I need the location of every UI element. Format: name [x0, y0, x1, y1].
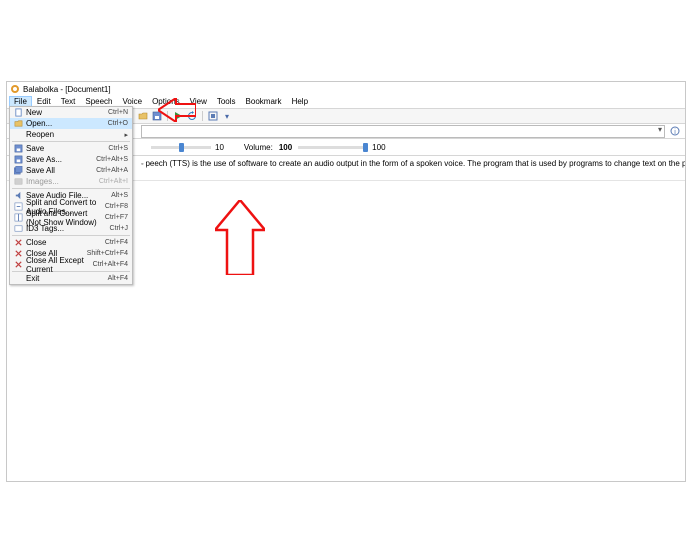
menu-item-shortcut: Ctrl+F8 — [105, 203, 128, 210]
file-menu-dropdown: NewCtrl+NOpen...Ctrl+OReopen▸SaveCtrl+SS… — [9, 106, 133, 285]
red-arrow-content — [215, 200, 265, 275]
img-icon — [13, 177, 23, 187]
file-menu-id3-tags[interactable]: ID3 Tags...Ctrl+J — [10, 223, 132, 234]
file-menu-exit[interactable]: ExitAlt+F4 — [10, 273, 132, 284]
menu-separator — [12, 188, 130, 189]
file-menu-split-and-convert-not-show-window[interactable]: Split and Convert (Not Show Window)Ctrl+… — [10, 212, 132, 223]
title-bar: Balabolka - [Document1] — [7, 82, 685, 96]
menu-item-label: Save As... — [26, 155, 93, 164]
menu-item-label: Save All — [26, 166, 93, 175]
window-title-doc: [Document1] — [65, 85, 110, 94]
file-menu-reopen[interactable]: Reopen▸ — [10, 129, 132, 140]
split-icon — [13, 213, 23, 223]
file-menu-save-as[interactable]: Save As...Ctrl+Alt+S — [10, 154, 132, 165]
menu-item-shortcut: Ctrl+F7 — [105, 214, 128, 221]
closeex-icon — [13, 260, 23, 270]
file-menu-close-all-except-current[interactable]: Close All Except CurrentCtrl+Alt+F4 — [10, 259, 132, 270]
menu-item-label: Save — [26, 144, 105, 153]
menu-help[interactable]: Help — [287, 96, 313, 108]
volume-slider-group: 100 — [298, 143, 385, 152]
menu-item-shortcut: Alt+S — [111, 192, 128, 199]
blank-icon — [13, 274, 23, 284]
tb-dropdown-icon[interactable]: ▾ — [221, 110, 233, 122]
rate-slider[interactable] — [151, 146, 211, 149]
menu-item-label: Open... — [26, 119, 105, 128]
saveas-icon — [13, 155, 23, 165]
id3-icon — [13, 224, 23, 234]
file-menu-save-all[interactable]: Save AllCtrl+Alt+A — [10, 165, 132, 176]
audio-icon — [13, 191, 23, 201]
menu-item-shortcut: Ctrl+J — [110, 225, 128, 232]
menu-item-shortcut: Alt+F4 — [108, 275, 128, 282]
volume-slider[interactable] — [298, 146, 368, 149]
window-title-app: Balabolka — [23, 85, 58, 94]
menu-item-label: Close — [26, 238, 102, 247]
submenu-arrow-icon: ▸ — [124, 131, 128, 139]
volume-label: Volume: — [244, 143, 273, 152]
volume-max: 100 — [372, 143, 385, 152]
combo-info-icon[interactable]: i — [669, 125, 681, 137]
menu-item-label: New — [26, 108, 105, 117]
menu-item-shortcut: Ctrl+S — [108, 145, 128, 152]
menu-item-shortcut: Ctrl+Alt+S — [96, 156, 128, 163]
menu-item-label: Images... — [26, 177, 96, 186]
tb-open-icon[interactable] — [137, 110, 149, 122]
open-icon — [13, 119, 23, 129]
menu-item-shortcut: Shift+Ctrl+F4 — [87, 250, 128, 257]
red-arrow-open — [158, 98, 196, 122]
menu-item-shortcut: Ctrl+F4 — [105, 239, 128, 246]
menu-item-shortcut: Ctrl+O — [108, 120, 128, 127]
menu-tools[interactable]: Tools — [212, 96, 241, 108]
new-icon — [13, 108, 23, 118]
menu-item-label: Close All Except Current — [26, 256, 90, 274]
app-icon — [10, 84, 20, 94]
file-menu-save[interactable]: SaveCtrl+S — [10, 143, 132, 154]
menu-item-label: Exit — [26, 274, 105, 283]
saveall-icon — [13, 166, 23, 176]
app-window: Balabolka - [Document1] File Edit Text S… — [6, 81, 686, 482]
menu-item-label: ID3 Tags... — [26, 224, 107, 233]
menu-item-label: Reopen — [26, 130, 121, 139]
menu-item-shortcut: Ctrl+N — [108, 109, 128, 116]
file-menu-new[interactable]: NewCtrl+N — [10, 107, 132, 118]
closeall-icon — [13, 249, 23, 259]
file-menu-open[interactable]: Open...Ctrl+O — [10, 118, 132, 129]
save-icon — [13, 144, 23, 154]
tb-settings-icon[interactable] — [207, 110, 219, 122]
file-menu-close[interactable]: CloseCtrl+F4 — [10, 237, 132, 248]
file-menu-images: Images...Ctrl+Alt+I — [10, 176, 132, 187]
menu-item-shortcut: Ctrl+Alt+F4 — [93, 261, 128, 268]
menu-item-shortcut: Ctrl+Alt+A — [96, 167, 128, 174]
menu-item-shortcut: Ctrl+Alt+I — [99, 178, 128, 185]
volume-value: 100 — [279, 143, 292, 152]
blank-icon — [13, 130, 23, 140]
menu-separator — [12, 235, 130, 236]
menu-bookmark[interactable]: Bookmark — [241, 96, 287, 108]
menu-separator — [12, 141, 130, 142]
voice-combo[interactable] — [141, 125, 665, 138]
tb-separator — [202, 111, 203, 121]
document-text: peech (TTS) is the use of software to cr… — [145, 159, 685, 168]
close-icon — [13, 238, 23, 248]
conv-icon — [13, 202, 23, 212]
rate-slider-group: 10 — [141, 143, 224, 152]
rate-val: 10 — [215, 143, 224, 152]
